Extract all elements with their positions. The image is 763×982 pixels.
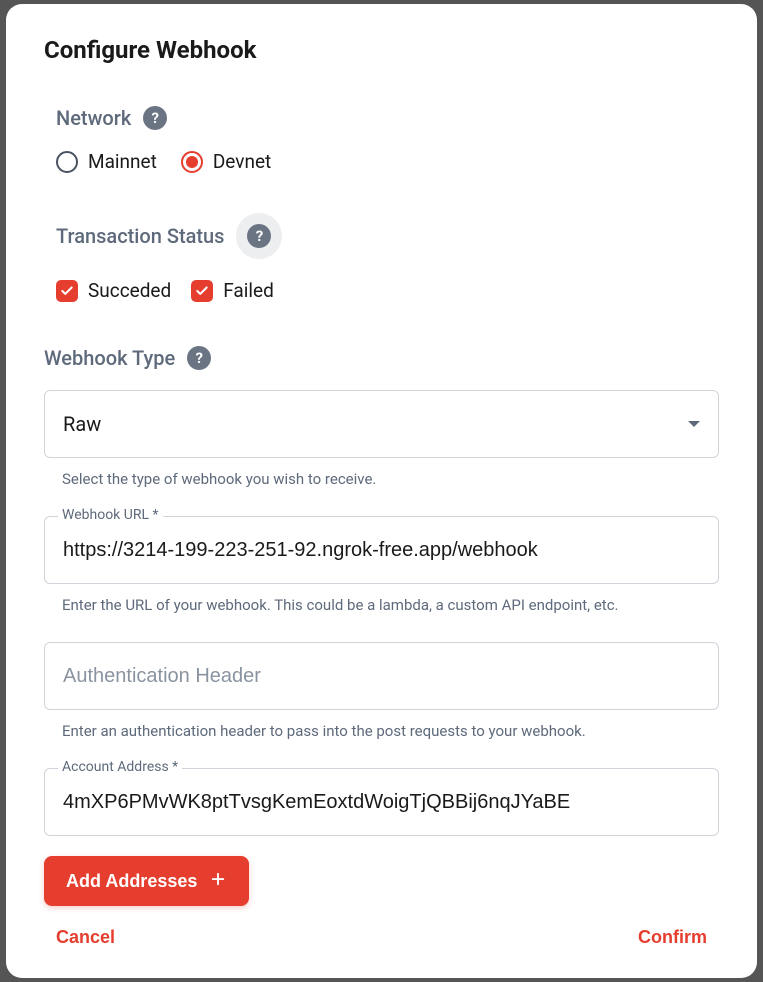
- radio-label-mainnet: Mainnet: [88, 150, 157, 173]
- account-address-input[interactable]: [44, 768, 719, 836]
- cancel-button[interactable]: Cancel: [44, 917, 127, 958]
- modal-footer: Cancel Confirm: [44, 917, 719, 958]
- network-label: Network: [56, 106, 131, 130]
- webhook-type-label: Webhook Type: [44, 346, 175, 370]
- chevron-down-icon: [688, 421, 700, 427]
- webhook-type-helper: Select the type of webhook you wish to r…: [44, 470, 719, 488]
- add-addresses-button[interactable]: Add Addresses: [44, 856, 249, 906]
- webhook-url-input[interactable]: [44, 516, 719, 584]
- auth-header-input[interactable]: [44, 642, 719, 710]
- account-address-label: Account Address *: [58, 759, 182, 775]
- add-addresses-label: Add Addresses: [66, 871, 197, 892]
- network-label-row: Network ?: [44, 106, 719, 130]
- radio-icon-selected: [181, 151, 203, 173]
- transaction-status-checkbox-group: Succeded Failed: [44, 279, 719, 302]
- auth-header-field: [44, 642, 719, 710]
- help-icon: ?: [247, 224, 271, 248]
- checkbox-succeeded[interactable]: Succeded: [56, 279, 171, 302]
- webhook-type-value: Raw: [63, 412, 101, 436]
- webhook-url-helper: Enter the URL of your webhook. This coul…: [44, 596, 719, 614]
- auth-header-helper: Enter an authentication header to pass i…: [44, 722, 719, 740]
- checkbox-label-failed: Failed: [223, 279, 274, 302]
- network-radio-group: Mainnet Devnet: [44, 150, 719, 173]
- webhook-url-field: Webhook URL *: [44, 516, 719, 584]
- radio-label-devnet: Devnet: [213, 150, 271, 173]
- confirm-button[interactable]: Confirm: [626, 917, 719, 958]
- checkbox-failed[interactable]: Failed: [191, 279, 274, 302]
- radio-icon-unselected: [56, 151, 78, 173]
- help-icon-bg[interactable]: ?: [236, 213, 282, 259]
- webhook-type-select[interactable]: Raw: [44, 390, 719, 458]
- help-icon[interactable]: ?: [187, 346, 211, 370]
- checkbox-checked-icon: [56, 280, 78, 302]
- modal-title: Configure Webhook: [44, 36, 719, 64]
- network-radio-mainnet[interactable]: Mainnet: [56, 150, 157, 173]
- transaction-status-label: Transaction Status: [56, 224, 224, 248]
- checkbox-label-succeeded: Succeded: [88, 279, 171, 302]
- transaction-status-label-row: Transaction Status ?: [44, 213, 719, 259]
- help-icon[interactable]: ?: [143, 106, 167, 130]
- webhook-type-label-row: Webhook Type ?: [44, 346, 719, 370]
- network-radio-devnet[interactable]: Devnet: [181, 150, 271, 173]
- plus-icon: [209, 870, 227, 892]
- account-address-field: Account Address *: [44, 768, 719, 836]
- checkbox-checked-icon: [191, 280, 213, 302]
- configure-webhook-modal: Configure Webhook Network ? Mainnet Devn…: [6, 4, 757, 978]
- webhook-url-label: Webhook URL *: [58, 507, 163, 523]
